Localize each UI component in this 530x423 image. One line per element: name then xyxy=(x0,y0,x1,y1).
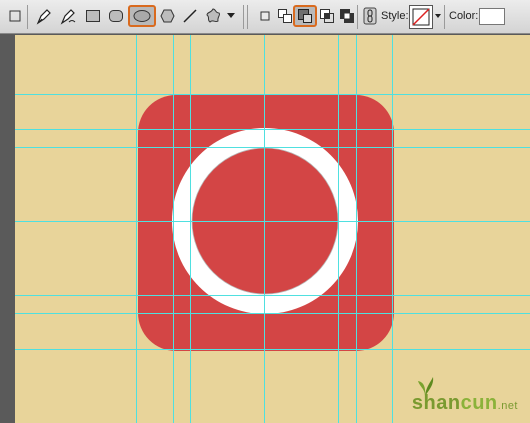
watermark: shancun.net xyxy=(412,392,518,415)
link-layer-icon[interactable] xyxy=(361,5,379,27)
horizontal-guide[interactable] xyxy=(15,147,530,148)
polygon-shape-icon[interactable] xyxy=(156,5,178,27)
watermark-text-b: cun xyxy=(460,392,498,414)
color-swatch[interactable] xyxy=(479,8,505,25)
freeform-pen-tool-icon[interactable] xyxy=(57,5,79,27)
horizontal-guide[interactable] xyxy=(15,313,530,314)
intersect-shape-areas-icon[interactable] xyxy=(316,5,338,27)
rectangle-shape-icon[interactable] xyxy=(82,5,104,27)
rounded-rectangle-shape-icon[interactable] xyxy=(105,5,127,27)
horizontal-guide[interactable] xyxy=(15,221,530,222)
subtract-from-shape-area-icon[interactable] xyxy=(293,5,317,27)
horizontal-guide[interactable] xyxy=(15,129,530,130)
watermark-suffix: .net xyxy=(497,400,518,412)
ellipse-shape-icon[interactable] xyxy=(128,5,156,27)
rectangle-marquee-icon[interactable] xyxy=(4,5,26,27)
line-shape-icon[interactable] xyxy=(179,5,201,27)
style-label: Style: xyxy=(381,10,409,22)
toolbar-divider xyxy=(357,5,358,29)
toolbar-divider xyxy=(243,5,244,29)
watermark-text-a: shan xyxy=(411,392,461,414)
horizontal-guide[interactable] xyxy=(15,295,530,296)
pen-tool-icon[interactable] xyxy=(33,5,55,27)
exclude-overlapping-areas-icon[interactable] xyxy=(336,5,358,27)
horizontal-guide[interactable] xyxy=(15,349,530,350)
style-dropdown-arrow-icon[interactable] xyxy=(434,5,442,27)
document-canvas[interactable]: shancun.net xyxy=(15,35,530,423)
shape-picker-arrow-icon[interactable] xyxy=(224,5,238,27)
horizontal-guide[interactable] xyxy=(15,94,530,95)
new-shape-layer-icon[interactable] xyxy=(254,5,276,27)
toolbar-divider xyxy=(247,5,248,29)
toolbar-divider xyxy=(27,5,28,29)
toolbar-divider xyxy=(444,5,445,29)
options-toolbar: Style: Color: xyxy=(0,0,530,34)
custom-shape-icon[interactable] xyxy=(202,5,224,27)
color-label: Color: xyxy=(449,10,479,22)
style-swatch[interactable] xyxy=(409,5,433,29)
